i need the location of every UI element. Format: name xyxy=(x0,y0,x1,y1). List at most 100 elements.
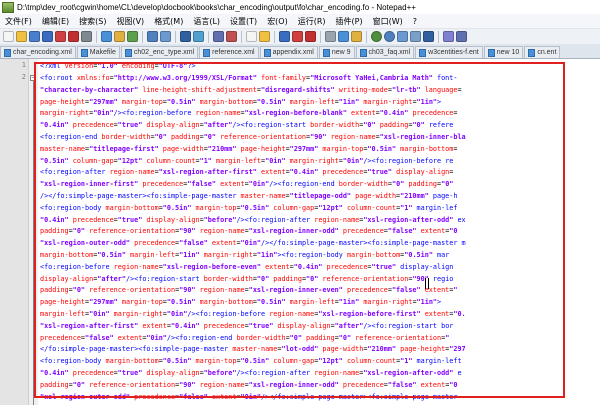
code-line: page-height="297mm" margin-top="0.5in" m… xyxy=(40,97,442,106)
code-line: margin-right="0in"/><fo:region-before re… xyxy=(40,109,458,118)
window-title: D:\tmp\dev_root\cgwin\home\CL\develop\do… xyxy=(17,2,416,12)
tab-document[interactable]: char_encoding.xml xyxy=(0,46,76,58)
code-line: padding="0" reference-orientation="90" r… xyxy=(40,227,458,236)
play-multi-icon[interactable] xyxy=(410,31,421,42)
stop-record-icon[interactable] xyxy=(384,31,395,42)
code-line: margin-left="0in" margin-right="0in"/><f… xyxy=(40,310,466,318)
zoom-in-icon[interactable] xyxy=(213,31,224,42)
editor[interactable]: 1 2 − <?xml version="1.0" encoding="UTF-… xyxy=(0,59,600,405)
menu-item[interactable]: 设置(T) xyxy=(225,16,262,27)
menu-item[interactable]: 搜索(S) xyxy=(74,16,111,27)
file-icon xyxy=(359,48,367,57)
tab-document[interactable]: new 9 xyxy=(318,46,355,58)
tab-document[interactable]: ch02_enc_type.xml xyxy=(120,46,199,58)
code-line: <fo:region-after region-name="xsl-region… xyxy=(40,168,454,177)
indent-guide-icon[interactable] xyxy=(305,31,316,42)
code-line: "xsl-region-after-first" extent="0.4in" … xyxy=(40,321,454,330)
sync-v-icon[interactable] xyxy=(246,31,257,42)
play-macro-icon[interactable] xyxy=(397,31,408,42)
tab-label: cn.ent xyxy=(537,49,557,56)
code-line: "xsl-region-inner-first" precedence="fal… xyxy=(40,180,454,189)
code-line: <fo:region-body margin-bottom="0.5in" ma… xyxy=(40,203,458,212)
code-line: "character-by-character" line-height-shi… xyxy=(40,85,462,94)
code-line: padding="0" reference-orientation="90" r… xyxy=(40,286,458,295)
ext-icon[interactable] xyxy=(456,31,467,42)
spell-icon[interactable] xyxy=(443,31,454,42)
redo-icon[interactable] xyxy=(160,31,171,42)
paste-icon[interactable] xyxy=(127,31,138,42)
zoom-out-icon[interactable] xyxy=(226,31,237,42)
print-icon[interactable] xyxy=(81,31,92,42)
menu-item[interactable]: 窗口(W) xyxy=(368,16,408,27)
tab-label: new 9 xyxy=(331,49,351,56)
file-icon xyxy=(419,48,427,57)
menu-item[interactable]: 格式(M) xyxy=(149,16,188,27)
menu-item[interactable]: ? xyxy=(408,17,422,26)
tab-document[interactable]: appendix.xml xyxy=(259,46,318,58)
tab-label: ch02_enc_type.xml xyxy=(133,49,195,56)
undo-icon[interactable] xyxy=(147,31,158,42)
open-file-icon[interactable] xyxy=(16,31,27,42)
menu-item[interactable]: 插件(P) xyxy=(331,16,368,27)
menu-bar: 文件(F) 编辑(E) 搜索(S) 视图(V) 格式(M) 语言(L) 设置(T) 宏(O) 运… xyxy=(0,14,600,29)
tab-document[interactable]: new 10 xyxy=(483,46,524,58)
menu-item[interactable]: 编辑(E) xyxy=(37,16,74,27)
code-line: display-align="after"/><fo:region-start … xyxy=(40,274,454,283)
tab-document[interactable]: ch03_faq.xml xyxy=(355,46,415,58)
tab-document[interactable]: Makefile xyxy=(76,46,120,58)
code-line: "0.4in" precedence="true" display-align=… xyxy=(40,121,454,130)
menu-item[interactable]: 运行(R) xyxy=(293,16,331,27)
menu-item[interactable]: 语言(L) xyxy=(188,16,225,27)
code-line: <fo:region-end border-width="0" padding=… xyxy=(40,133,466,141)
tab-document[interactable]: cn.ent xyxy=(524,46,561,58)
line-number: 2 xyxy=(21,73,26,81)
file-icon xyxy=(487,48,495,57)
menu-item[interactable]: 视图(V) xyxy=(111,16,149,27)
code-line: precedence="false" extent="0in"/><fo:reg… xyxy=(40,333,450,342)
tab-document[interactable]: w3centities-f.ent xyxy=(415,46,483,58)
menu-item[interactable]: 宏(O) xyxy=(262,16,293,27)
code-line: <fo:region-body margin-bottom="0.5in" ma… xyxy=(40,357,462,366)
line-number: 1 xyxy=(21,61,26,69)
code-line: padding="0" reference-orientation="90" r… xyxy=(40,380,458,389)
all-chars-icon[interactable] xyxy=(292,31,303,42)
fold-line xyxy=(33,81,34,405)
close-icon[interactable] xyxy=(55,31,66,42)
save-all-icon[interactable] xyxy=(42,31,53,42)
tab-label: appendix.xml xyxy=(272,49,314,56)
function-list-icon[interactable] xyxy=(351,31,362,42)
file-icon xyxy=(322,48,330,57)
file-icon xyxy=(80,48,88,57)
tab-label: ch03_faq.xml xyxy=(368,49,411,56)
wrap-icon[interactable] xyxy=(279,31,290,42)
sync-h-icon[interactable] xyxy=(259,31,270,42)
cut-icon[interactable] xyxy=(101,31,112,42)
toolbar-separator xyxy=(320,30,321,43)
tab-label: char_encoding.xml xyxy=(13,49,72,56)
menu-item[interactable]: 文件(F) xyxy=(0,16,37,27)
tab-document[interactable]: reference.xml xyxy=(199,46,259,58)
code-line: margin-bottom="0.5in" margin-left="1in" … xyxy=(40,251,450,259)
text-cursor-icon xyxy=(425,278,429,289)
new-file-icon[interactable] xyxy=(3,31,14,42)
replace-icon[interactable] xyxy=(193,31,204,42)
tab-label: w3centities-f.ent xyxy=(428,49,479,56)
save-macro-icon[interactable] xyxy=(423,31,434,42)
doc-map-icon[interactable] xyxy=(338,31,349,42)
lang-icon[interactable] xyxy=(325,31,336,42)
record-macro-icon[interactable] xyxy=(371,31,382,42)
document-tabs: char_encoding.xml Makefile ch02_enc_type.x… xyxy=(0,44,600,59)
toolbar-separator xyxy=(241,30,242,43)
file-icon xyxy=(528,48,536,57)
close-all-icon[interactable] xyxy=(68,31,79,42)
copy-icon[interactable] xyxy=(114,31,125,42)
file-icon xyxy=(4,48,11,57)
save-icon[interactable] xyxy=(29,31,40,42)
toolbar-separator xyxy=(438,30,439,43)
fold-margin: − xyxy=(29,59,38,405)
code-line: </fo:simple-page-master><fo:simple-page-… xyxy=(40,345,466,354)
find-icon[interactable] xyxy=(180,31,191,42)
code-line: "0.4in" precedence="true" display-align=… xyxy=(40,215,466,224)
code-line: page-height="297mm" margin-top="0.5in" m… xyxy=(40,298,442,307)
toolbar-separator xyxy=(274,30,275,43)
